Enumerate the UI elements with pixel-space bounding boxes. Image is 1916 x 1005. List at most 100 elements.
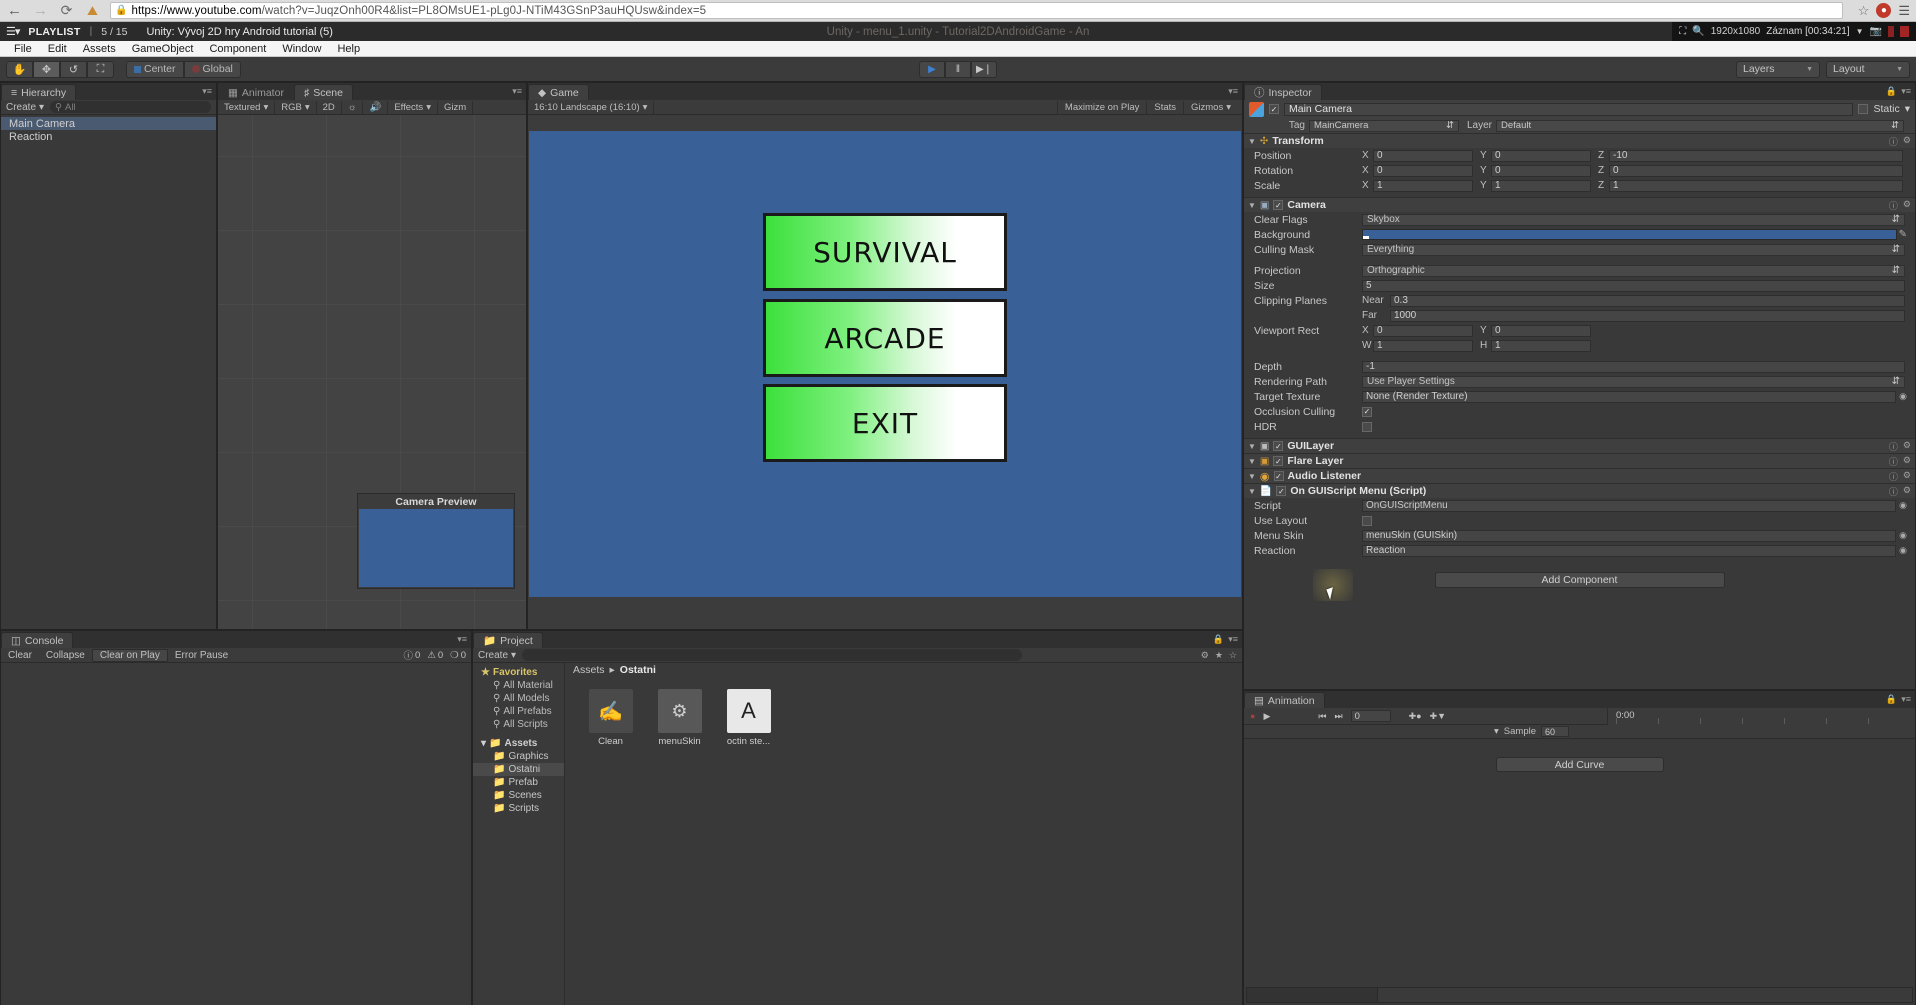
gear-icon[interactable]: ⚙ xyxy=(1903,135,1911,148)
script-enabled-checkbox[interactable]: ✓ xyxy=(1276,486,1287,496)
object-picker-icon[interactable]: ◉ xyxy=(1899,500,1907,511)
chevron-down-icon[interactable]: ▼ xyxy=(1248,472,1256,481)
object-picker-icon[interactable]: ◉ xyxy=(1899,391,1907,402)
console-error-count[interactable]: ❍ 0 xyxy=(450,650,466,661)
scene-effects-dropdown[interactable]: Effects ▾ xyxy=(388,100,438,114)
tab-animator[interactable]: ▦ Animator xyxy=(218,84,294,100)
position-y-input[interactable]: 0 xyxy=(1491,149,1591,162)
use-layout-checkbox[interactable] xyxy=(1362,515,1372,526)
chevron-down-icon[interactable]: ▼ xyxy=(1856,27,1864,36)
add-component-button[interactable]: Add Component xyxy=(1434,572,1725,588)
address-bar[interactable]: 🔒 https://www.youtube.com/watch?v=JuqzOn… xyxy=(110,2,1843,19)
scene-gizmos-dropdown[interactable]: Gizm xyxy=(438,100,474,114)
project-tree-scenes[interactable]: 📁 Scenes xyxy=(473,789,564,802)
chevron-down-icon[interactable]: ▼ xyxy=(1248,442,1256,451)
clipping-near-input[interactable]: 0.3 xyxy=(1390,294,1905,307)
options-icon[interactable]: ▾≡ xyxy=(1901,694,1911,705)
target-texture-input[interactable]: None (Render Texture) xyxy=(1362,390,1897,403)
animation-curve-area[interactable] xyxy=(1246,987,1913,1003)
help-icon[interactable]: ⓘ xyxy=(1889,455,1898,468)
rotation-x-input[interactable]: 0 xyxy=(1373,164,1473,177)
help-icon[interactable]: ⓘ xyxy=(1889,199,1898,212)
sun-icon[interactable]: ☼ xyxy=(342,100,364,114)
step-button[interactable]: ▶❘ xyxy=(971,60,997,78)
gear-icon[interactable]: ⚙ xyxy=(1903,455,1911,468)
layout-dropdown[interactable]: Layout ▼ xyxy=(1826,60,1910,78)
position-x-input[interactable]: 0 xyxy=(1373,149,1473,162)
tab-inspector[interactable]: ⓘ Inspector xyxy=(1244,84,1322,100)
project-tree-scripts[interactable]: 📁 Scripts xyxy=(473,802,564,815)
console-clear-button[interactable]: Clear xyxy=(1,649,39,662)
gameobject-name-input[interactable]: Main Camera xyxy=(1284,102,1854,116)
background-color-swatch[interactable] xyxy=(1362,229,1897,240)
viewport-h-input[interactable]: 1 xyxy=(1491,339,1591,352)
menu-skin-input[interactable]: menuSkin (GUISkin) xyxy=(1362,529,1897,542)
scene-2d-toggle[interactable]: 2D xyxy=(317,100,342,114)
move-tool[interactable]: ✥ xyxy=(33,60,60,78)
component-header-flare-layer[interactable]: ▼ ▣ ✓ Flare Layer ⓘ ⚙ xyxy=(1244,453,1915,468)
rotation-y-input[interactable]: 0 xyxy=(1491,164,1591,177)
maximize-on-play-toggle[interactable]: Maximize on Play xyxy=(1056,100,1146,114)
culling-mask-dropdown[interactable]: Everything ⇵ xyxy=(1362,243,1905,256)
add-keyframe-icon[interactable]: ✚● xyxy=(1409,711,1422,722)
scale-tool[interactable]: ⛶ xyxy=(87,60,114,78)
sample-rate-input[interactable]: 60 xyxy=(1541,726,1569,737)
project-tree-prefab[interactable]: 📁 Prefab xyxy=(473,776,564,789)
reaction-input[interactable]: Reaction xyxy=(1362,544,1897,557)
asset-octin-stencil[interactable]: A octin ste... xyxy=(721,689,776,747)
options-icon[interactable]: ▾≡ xyxy=(1228,634,1238,645)
menu-component[interactable]: Component xyxy=(201,43,274,55)
game-gizmos-dropdown[interactable]: Gizmos ▾ xyxy=(1183,100,1238,114)
sample-caret-icon[interactable]: ▾ xyxy=(1494,726,1499,737)
browser-menu-icon[interactable]: ☰ xyxy=(1898,3,1910,19)
project-tree-all-materials[interactable]: ⚲ All Material xyxy=(473,679,564,692)
layer-dropdown[interactable]: Default ⇵ xyxy=(1496,119,1904,132)
tab-hierarchy[interactable]: ≡ Hierarchy xyxy=(1,84,77,100)
filter-type-icon[interactable]: ⚙ xyxy=(1201,650,1209,661)
audio-listener-enabled-checkbox[interactable]: ✓ xyxy=(1273,471,1284,481)
component-header-transform[interactable]: ▼ ✣ Transform ⓘ ⚙ xyxy=(1244,133,1915,148)
console-warning-count[interactable]: ⚠ 0 xyxy=(427,650,443,661)
breadcrumb-assets[interactable]: Assets xyxy=(573,664,605,676)
options-icon[interactable]: ▾≡ xyxy=(202,86,212,97)
hand-tool[interactable]: ✋ xyxy=(6,60,33,78)
filter-star-icon[interactable]: ☆ xyxy=(1229,650,1237,661)
component-header-audio-listener[interactable]: ▼ ◉ ✓ Audio Listener ⓘ ⚙ xyxy=(1244,468,1915,483)
tag-dropdown[interactable]: MainCamera ⇵ xyxy=(1309,119,1459,132)
animation-timeline-ruler[interactable]: 0:00 xyxy=(1607,708,1915,725)
game-button-survival[interactable]: SURVIVAL xyxy=(763,213,1007,291)
console-log-area[interactable] xyxy=(1,663,471,1005)
home-icon[interactable]: ⛰ xyxy=(84,2,101,19)
bookmark-star-icon[interactable]: ☆ xyxy=(1858,3,1870,19)
console-clear-on-play-button[interactable]: Clear on Play xyxy=(91,648,168,662)
project-tree-all-prefabs[interactable]: ⚲ All Prefabs xyxy=(473,705,564,718)
playlist-icon[interactable]: ☰▾ xyxy=(6,25,20,38)
viewport-w-input[interactable]: 1 xyxy=(1373,339,1473,352)
layers-dropdown[interactable]: Layers ▼ xyxy=(1736,60,1820,78)
stop-icon[interactable] xyxy=(1900,26,1909,37)
lock-icon[interactable]: 🔒 xyxy=(1886,694,1897,705)
object-picker-icon[interactable]: ◉ xyxy=(1899,545,1907,556)
options-icon[interactable]: ▾≡ xyxy=(457,634,467,645)
camera-enabled-checkbox[interactable]: ✓ xyxy=(1273,200,1284,210)
scene-viewport[interactable]: Camera Preview xyxy=(218,115,526,629)
pause-icon[interactable] xyxy=(1888,26,1894,37)
menu-file[interactable]: File xyxy=(6,43,40,55)
gear-icon[interactable]: ⚙ xyxy=(1903,199,1911,212)
options-icon[interactable]: ▾≡ xyxy=(1228,86,1238,97)
game-viewport[interactable]: SURVIVAL ARCADE EXIT xyxy=(528,115,1242,629)
menu-help[interactable]: Help xyxy=(329,43,368,55)
guilayer-enabled-checkbox[interactable]: ✓ xyxy=(1273,441,1284,451)
menu-window[interactable]: Window xyxy=(274,43,329,55)
project-tree-assets[interactable]: ▾ 📁 Assets xyxy=(473,737,564,750)
forward-arrow-icon[interactable]: → xyxy=(32,2,49,19)
chevron-down-icon[interactable]: ▼ xyxy=(1248,137,1256,146)
chevron-down-icon[interactable]: ▼ xyxy=(1248,201,1256,210)
menu-assets[interactable]: Assets xyxy=(75,43,124,55)
project-tree-ostatni[interactable]: 📁 Ostatni xyxy=(473,763,564,776)
lock-icon[interactable]: 🔒 xyxy=(1886,86,1897,97)
hierarchy-search-input[interactable]: ⚲ All xyxy=(50,101,211,113)
scale-y-input[interactable]: 1 xyxy=(1491,179,1591,192)
game-stats-toggle[interactable]: Stats xyxy=(1146,100,1183,114)
static-checkbox[interactable] xyxy=(1858,104,1869,114)
